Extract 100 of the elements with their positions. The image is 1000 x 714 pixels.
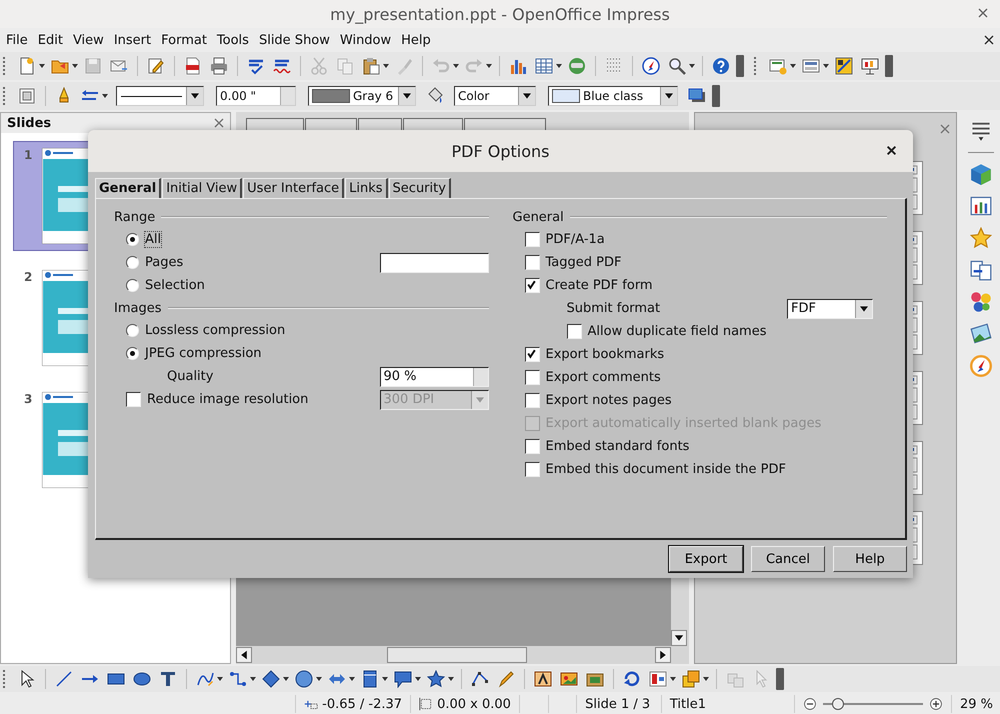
radio-label[interactable]: Selection [145, 278, 205, 293]
star-filled-icon[interactable] [970, 227, 992, 249]
menu-item[interactable]: Tools [212, 32, 254, 48]
compass-ring-icon[interactable] [970, 355, 992, 377]
toolbar-handle[interactable] [3, 670, 8, 688]
checkbox[interactable] [524, 393, 540, 408]
menu-item[interactable]: Edit [32, 32, 68, 48]
caret-icon[interactable] [191, 93, 199, 99]
caret-icon[interactable] [860, 306, 868, 312]
caret-icon[interactable] [349, 677, 355, 681]
caret-icon[interactable] [689, 64, 695, 68]
caret-icon[interactable] [703, 677, 709, 681]
points-icon[interactable] [471, 670, 489, 688]
scrollbar-thumb[interactable] [386, 647, 527, 663]
caret-icon[interactable] [453, 64, 459, 68]
caret-icon[interactable] [283, 677, 289, 681]
caret-icon[interactable] [72, 64, 78, 68]
menu-item[interactable]: Insert [108, 32, 156, 48]
paint-bucket-icon[interactable] [426, 87, 444, 105]
tab[interactable]: Security [388, 178, 451, 198]
fontwork-icon[interactable] [534, 670, 552, 688]
radio-button[interactable] [126, 347, 139, 360]
menu-item[interactable]: Slide Show [254, 32, 335, 48]
line-color-dropdown[interactable]: Gray 6 [308, 86, 416, 106]
caret-icon[interactable] [382, 677, 388, 681]
checkbox-label[interactable]: Embed this document inside the PDF [546, 462, 786, 477]
bar-chart-icon[interactable] [509, 57, 527, 75]
help-icon[interactable] [712, 57, 730, 75]
connector-icon[interactable] [229, 670, 247, 688]
checkbox[interactable] [524, 278, 540, 293]
radio-button[interactable] [126, 279, 139, 292]
text-tool-icon[interactable] [159, 670, 177, 688]
tab[interactable]: Links [345, 178, 388, 198]
checkbox-label[interactable]: Reduce image resolution [147, 392, 308, 407]
checkbox[interactable] [566, 324, 582, 339]
callout-icon[interactable] [394, 670, 412, 688]
pdf-icon[interactable] [184, 57, 202, 75]
checkbox-label[interactable]: Tagged PDF [546, 255, 622, 270]
printer-icon[interactable] [210, 57, 228, 75]
checkbox-label[interactable]: PDF/A-1a [546, 232, 605, 247]
checkbox[interactable] [126, 392, 141, 407]
menu-item[interactable]: Help [396, 32, 436, 48]
toolbar-handle[interactable] [754, 57, 759, 75]
image-file-icon[interactable] [560, 670, 578, 688]
curve-icon[interactable] [196, 670, 214, 688]
dialog-button[interactable]: Cancel [751, 546, 825, 572]
compass-icon[interactable] [642, 57, 660, 75]
menu-item[interactable]: Format [156, 32, 212, 48]
dialog-button[interactable]: Help [833, 546, 907, 572]
star-icon[interactable] [427, 670, 445, 688]
checkbox-label[interactable]: Export notes pages [546, 393, 672, 408]
caret-icon[interactable] [523, 93, 531, 99]
chart-panel-icon[interactable] [970, 195, 992, 217]
caret-icon[interactable] [556, 64, 562, 68]
table-icon[interactable] [535, 57, 553, 75]
area-color-dropdown[interactable]: Blue class [548, 86, 678, 106]
presentation-icon[interactable] [861, 57, 879, 75]
cube-icon[interactable] [970, 163, 992, 185]
zoom-icon[interactable] [668, 57, 686, 75]
color-blobs-icon[interactable] [970, 291, 992, 313]
shadow-icon[interactable] [688, 87, 706, 105]
pages-field[interactable] [380, 252, 488, 272]
diamond-icon[interactable] [262, 670, 280, 688]
checkbox-label[interactable]: Embed standard fonts [546, 439, 690, 454]
checkbox-label[interactable]: Create PDF form [546, 278, 653, 293]
tab[interactable]: User Interface [243, 178, 344, 198]
rotate-icon[interactable] [623, 670, 641, 688]
close-icon[interactable] [984, 35, 994, 45]
menu-item[interactable]: Window [334, 32, 396, 48]
radio-label[interactable]: All [145, 232, 162, 247]
shapes-globe-icon[interactable] [568, 57, 586, 75]
submit-format-dropdown[interactable]: FDF [787, 298, 873, 318]
ellipse-icon[interactable] [133, 670, 151, 688]
menu-item[interactable]: View [68, 32, 109, 48]
checkbox[interactable] [524, 232, 540, 247]
checkbox-label[interactable]: Export comments [546, 370, 661, 385]
checkbox[interactable] [524, 347, 540, 362]
dialog-button[interactable]: Export [669, 546, 743, 572]
line-icon[interactable] [55, 670, 73, 688]
tab[interactable]: Initial View [162, 178, 242, 198]
radio-button[interactable] [126, 324, 139, 337]
slide-layout-icon[interactable] [802, 57, 820, 75]
transition-icon[interactable] [970, 259, 992, 281]
auto-spellcheck-icon[interactable] [273, 57, 291, 75]
new-document-icon[interactable] [18, 57, 36, 75]
flowchart-icon[interactable] [361, 670, 379, 688]
checkbox[interactable] [524, 255, 540, 270]
checkbox[interactable] [524, 370, 540, 385]
edit-document-icon[interactable] [147, 57, 165, 75]
toolbar-handle[interactable] [3, 87, 8, 105]
tab[interactable]: General [95, 178, 162, 198]
arrange-icon[interactable] [682, 670, 700, 688]
caret-icon[interactable] [670, 677, 676, 681]
line-style-dropdown[interactable] [116, 86, 204, 106]
menu-item[interactable]: File [1, 32, 33, 48]
caret-icon[interactable] [217, 677, 223, 681]
caret-icon[interactable] [316, 677, 322, 681]
close-icon[interactable] [886, 145, 897, 156]
caret-icon[interactable] [448, 677, 454, 681]
zoom-in-icon[interactable] [929, 697, 943, 711]
